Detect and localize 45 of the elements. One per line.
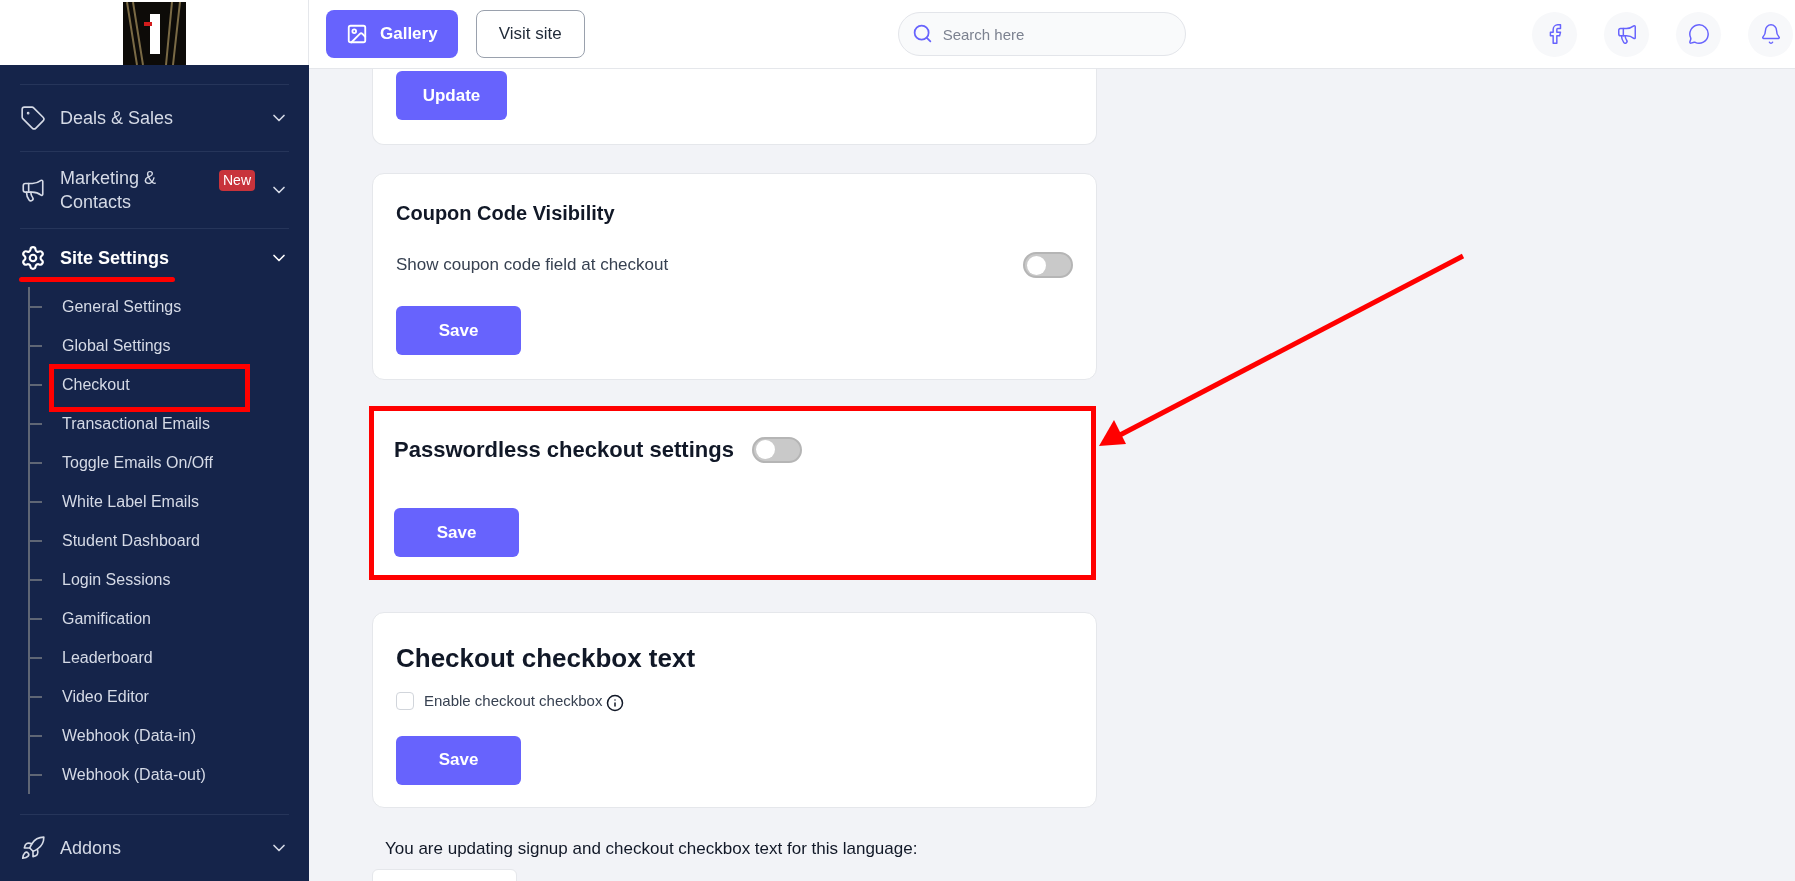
sidebar-subitem[interactable]: Global Settings	[62, 333, 171, 358]
toggle-switch[interactable]	[1023, 252, 1073, 278]
update-button[interactable]: Update	[396, 71, 507, 120]
tag-icon	[20, 105, 46, 131]
sidebar-subitem[interactable]: Webhook (Data-in)	[62, 723, 196, 748]
card-title: Coupon Code Visibility	[396, 201, 616, 226]
save-button[interactable]: Save	[396, 306, 521, 355]
sidebar-subitem[interactable]: Transactional Emails	[62, 411, 210, 436]
sidebar-subitem[interactable]: Student Dashboard	[62, 528, 200, 553]
megaphone-icon[interactable]	[1604, 11, 1649, 57]
sidebar-subitem[interactable]: Login Sessions	[62, 567, 171, 592]
save-button[interactable]: Save	[396, 735, 521, 785]
new-badge: New	[219, 170, 255, 191]
rocket-icon	[20, 835, 46, 861]
search-field[interactable]: Search here	[897, 12, 1186, 56]
card-title: Checkout checkbox text	[396, 642, 697, 675]
sidebar-subitem[interactable]: Toggle Emails On/Off	[62, 450, 213, 475]
sidebar-item[interactable]: Site Settings	[20, 229, 289, 287]
sidebar-subitem[interactable]: Webhook (Data-out)	[62, 762, 206, 787]
notifications-icon[interactable]	[1748, 11, 1793, 57]
gallery-button[interactable]: Gallery	[326, 10, 458, 58]
sidebar-item[interactable]: Marketing & Contacts New	[20, 152, 289, 228]
sidebar-subitem[interactable]: Video Editor	[62, 684, 149, 709]
sidebar-item[interactable]: Addons	[20, 815, 289, 881]
save-button[interactable]: Save	[394, 508, 519, 557]
info-icon	[606, 693, 625, 712]
sidebar-subitem[interactable]: Leaderboard	[62, 645, 153, 670]
image-icon	[346, 23, 368, 45]
sidebar-subitem[interactable]: General Settings	[62, 294, 182, 319]
card-title: Passwordless checkout settings	[394, 436, 734, 464]
facebook-icon[interactable]	[1532, 11, 1577, 57]
sidebar-subitem[interactable]: Gamification	[62, 606, 151, 631]
setting-label: Show coupon code field at checkout	[396, 254, 669, 277]
visit-site-button[interactable]: Visit site	[475, 10, 585, 58]
sidebar-subitem[interactable]: White Label Emails	[62, 489, 199, 514]
checkbox-label: Enable checkout checkbox	[424, 691, 603, 711]
checkbox[interactable]	[396, 692, 414, 711]
settings-icon	[20, 245, 46, 271]
toggle-switch[interactable]	[751, 436, 802, 463]
search-icon	[911, 23, 933, 44]
sidebar-subitem[interactable]: Checkout	[62, 372, 130, 397]
megaphone-icon	[20, 177, 46, 203]
chat-icon[interactable]	[1676, 11, 1721, 57]
language-note: You are updating signup and checkout checkbox text for this language:	[385, 837, 919, 860]
sidebar-item[interactable]: Deals & Sales	[20, 85, 289, 151]
